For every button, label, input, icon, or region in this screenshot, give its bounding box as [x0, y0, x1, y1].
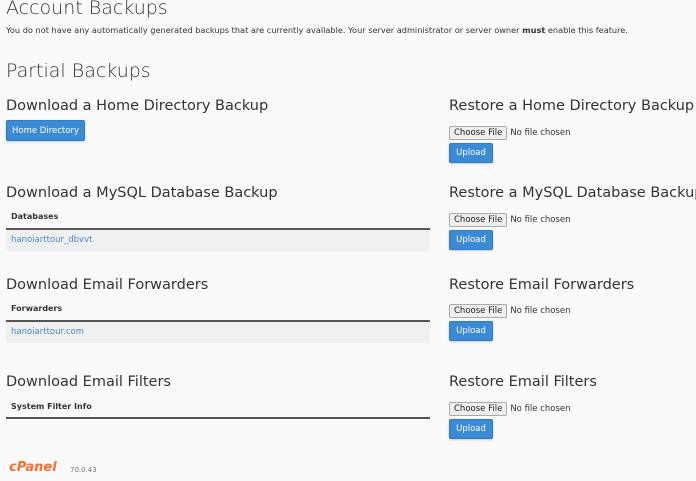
table-row: hanoiarttour_dbvvt [6, 230, 430, 251]
choose-file-button[interactable]: Choose File [449, 402, 508, 416]
restore-filters-title: Restore Email Filters [449, 374, 597, 390]
database-link[interactable]: hanoiarttour_dbvvt [11, 235, 92, 245]
choose-file-button[interactable]: Choose File [449, 213, 508, 227]
upload-filters-button[interactable]: Upload [449, 419, 493, 439]
partial-backups-title: Partial Backups [6, 60, 151, 82]
table-row: hanoiarttour.com [6, 322, 430, 343]
choose-file-button[interactable]: Choose File [449, 304, 508, 318]
upload-forwarders-button[interactable]: Upload [449, 321, 493, 341]
no-file-text: No file chosen [510, 404, 571, 414]
account-backups-description: You do not have any automatically genera… [6, 25, 628, 35]
databases-column-header: Databases [11, 212, 59, 221]
upload-mysql-button[interactable]: Upload [449, 230, 493, 250]
restore-mysql-title: Restore a MySQL Database Backup [449, 185, 696, 201]
no-file-text: No file chosen [510, 306, 571, 316]
account-backups-title: Account Backups [6, 0, 168, 19]
no-file-text: No file chosen [510, 215, 571, 225]
restore-home-title: Restore a Home Directory Backup [449, 98, 695, 114]
description-text-end: enable this feature. [545, 25, 628, 35]
download-filters-title: Download Email Filters [6, 374, 171, 390]
filters-column-header: System Filter Info [11, 402, 92, 411]
home-directory-button[interactable]: Home Directory [6, 120, 85, 141]
description-text: You do not have any automatically genera… [6, 25, 523, 35]
download-mysql-title: Download a MySQL Database Backup [6, 185, 278, 201]
description-bold: must [522, 25, 546, 35]
home-file-input[interactable]: Choose File No file chosen [449, 120, 571, 140]
upload-home-button[interactable]: Upload [449, 143, 493, 163]
restore-forwarders-title: Restore Email Forwarders [449, 277, 635, 293]
choose-file-button[interactable]: Choose File [449, 126, 508, 140]
cpanel-logo[interactable]: cPanel [9, 460, 57, 475]
table-divider [6, 417, 430, 419]
forwarders-column-header: Forwarders [11, 304, 63, 313]
download-home-title: Download a Home Directory Backup [6, 98, 269, 114]
download-forwarders-title: Download Email Forwarders [6, 277, 209, 293]
forwarders-file-input[interactable]: Choose File No file chosen [449, 298, 571, 318]
mysql-file-input[interactable]: Choose File No file chosen [449, 207, 571, 227]
forwarder-link[interactable]: hanoiarttour.com [11, 327, 84, 337]
no-file-text: No file chosen [510, 128, 571, 138]
filters-file-input[interactable]: Choose File No file chosen [449, 396, 571, 416]
version-text: 70.0.43 [70, 466, 97, 474]
